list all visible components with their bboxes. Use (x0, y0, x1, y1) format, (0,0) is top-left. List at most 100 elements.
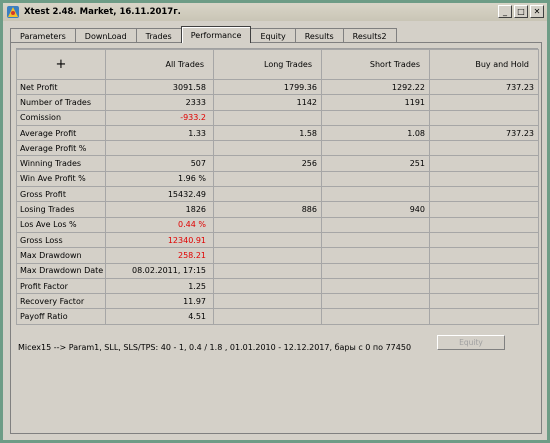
table-cell[interactable]: 258.21 (105, 247, 214, 264)
table-cell[interactable]: 11.97 (105, 293, 214, 310)
table-cell[interactable] (213, 109, 322, 126)
tab-results2[interactable]: Results2 (342, 28, 397, 43)
table-cell[interactable] (213, 170, 322, 188)
table-row: Average Profit 1.33 1.58 1.08 737.23 (16, 124, 539, 142)
table-cell[interactable]: 256 (213, 155, 322, 172)
column-header[interactable]: All Trades (105, 49, 214, 80)
row-label[interactable]: Recovery Factor (16, 293, 106, 310)
row-label[interactable]: Winning Trades (16, 155, 106, 172)
tab-results[interactable]: Results (294, 28, 344, 43)
table-cell[interactable]: 3091.58 (105, 78, 214, 96)
table-cell[interactable] (429, 262, 539, 279)
table-cell[interactable]: 507 (105, 155, 214, 172)
table-cell[interactable] (429, 277, 539, 295)
table-cell[interactable]: 251 (321, 155, 430, 172)
table-cell[interactable] (429, 216, 539, 233)
table-cell[interactable]: 1292.22 (321, 78, 430, 96)
close-button[interactable]: ✕ (530, 5, 544, 18)
maximize-button[interactable]: □ (514, 5, 528, 18)
tab-download[interactable]: DownLoad (74, 28, 137, 43)
table-cell[interactable] (321, 140, 430, 157)
row-label[interactable]: Los Ave Los % (16, 216, 106, 233)
table-cell[interactable] (213, 140, 322, 157)
row-label[interactable]: Average Profit (16, 124, 106, 142)
tab-trades[interactable]: Trades (135, 28, 182, 43)
row-label[interactable]: Gross Loss (16, 231, 106, 249)
grid-corner-cell[interactable]: + (16, 49, 106, 80)
window-title: Xtest 2.48. Market, 16.11.2017г. (24, 7, 181, 17)
row-label[interactable]: Comission (16, 109, 106, 126)
table-cell[interactable]: 1826 (105, 201, 214, 218)
table-cell[interactable] (213, 308, 322, 325)
tab-parameters[interactable]: Parameters (10, 28, 76, 43)
tab-equity[interactable]: Equity (250, 28, 296, 43)
table-cell[interactable]: 886 (213, 201, 322, 218)
table-cell[interactable] (321, 277, 430, 295)
equity-button[interactable]: Equity (437, 335, 505, 350)
table-cell[interactable]: 1.33 (105, 124, 214, 142)
table-cell[interactable] (213, 216, 322, 233)
table-cell[interactable]: 1.08 (321, 124, 430, 142)
table-cell[interactable] (429, 201, 539, 218)
table-cell[interactable]: 1.96 % (105, 170, 214, 188)
table-cell[interactable] (213, 293, 322, 310)
table-cell[interactable] (429, 94, 539, 111)
table-cell[interactable]: 940 (321, 201, 430, 218)
row-label[interactable]: Number of Trades (16, 94, 106, 111)
minimize-button[interactable]: _ (498, 5, 512, 18)
table-cell[interactable]: 4.51 (105, 308, 214, 325)
table-cell[interactable] (105, 140, 214, 157)
table-cell[interactable]: -933.2 (105, 109, 214, 126)
column-header[interactable]: Short Trades (321, 49, 430, 80)
table-cell[interactable]: 737.23 (429, 78, 539, 96)
table-cell[interactable] (213, 231, 322, 249)
table-cell[interactable] (321, 216, 430, 233)
table-cell[interactable]: 12340.91 (105, 231, 214, 249)
row-label[interactable]: Max Drawdown Date (16, 262, 106, 279)
table-cell[interactable] (429, 140, 539, 157)
table-cell[interactable]: 1.25 (105, 277, 214, 295)
table-cell[interactable] (321, 231, 430, 249)
column-header[interactable]: Buy and Hold (429, 49, 539, 80)
table-cell[interactable] (321, 170, 430, 188)
table-cell[interactable] (321, 247, 430, 264)
table-cell[interactable] (321, 293, 430, 310)
row-label[interactable]: Gross Profit (16, 186, 106, 203)
table-cell[interactable] (321, 186, 430, 203)
table-cell[interactable] (321, 109, 430, 126)
table-cell[interactable]: 0.44 % (105, 216, 214, 233)
table-cell[interactable] (321, 262, 430, 279)
table-cell[interactable] (429, 155, 539, 172)
table-cell[interactable] (429, 293, 539, 310)
table-cell[interactable] (321, 308, 430, 325)
table-cell[interactable] (429, 109, 539, 126)
table-cell[interactable] (213, 262, 322, 279)
row-label[interactable]: Average Profit % (16, 140, 106, 157)
row-label[interactable]: Payoff Ratio (16, 308, 106, 325)
table-cell[interactable] (213, 247, 322, 264)
table-cell[interactable]: 1.58 (213, 124, 322, 142)
row-label[interactable]: Win Ave Profit % (16, 170, 106, 188)
table-row: Net Profit 3091.58 1799.36 1292.22 737.23 (16, 78, 539, 96)
row-label[interactable]: Losing Trades (16, 201, 106, 218)
table-cell[interactable]: 1142 (213, 94, 322, 111)
table-cell[interactable] (429, 170, 539, 188)
table-cell[interactable]: 737.23 (429, 124, 539, 142)
table-cell[interactable]: 2333 (105, 94, 214, 111)
column-header[interactable]: Long Trades (213, 49, 322, 80)
row-label[interactable]: Max Drawdown (16, 247, 106, 264)
table-cell[interactable] (429, 247, 539, 264)
tab-performance[interactable]: Performance (180, 26, 252, 43)
title-bar[interactable]: Xtest 2.48. Market, 16.11.2017г. _ □ ✕ (3, 3, 547, 21)
table-cell[interactable] (213, 277, 322, 295)
table-cell[interactable]: 08.02.2011, 17:15 (105, 262, 214, 279)
table-cell[interactable]: 1191 (321, 94, 430, 111)
table-cell[interactable] (429, 308, 539, 325)
row-label[interactable]: Profit Factor (16, 277, 106, 295)
table-cell[interactable] (429, 231, 539, 249)
table-cell[interactable]: 1799.36 (213, 78, 322, 96)
table-cell[interactable] (429, 186, 539, 203)
table-cell[interactable] (213, 186, 322, 203)
row-label[interactable]: Net Profit (16, 78, 106, 96)
table-cell[interactable]: 15432.49 (105, 186, 214, 203)
